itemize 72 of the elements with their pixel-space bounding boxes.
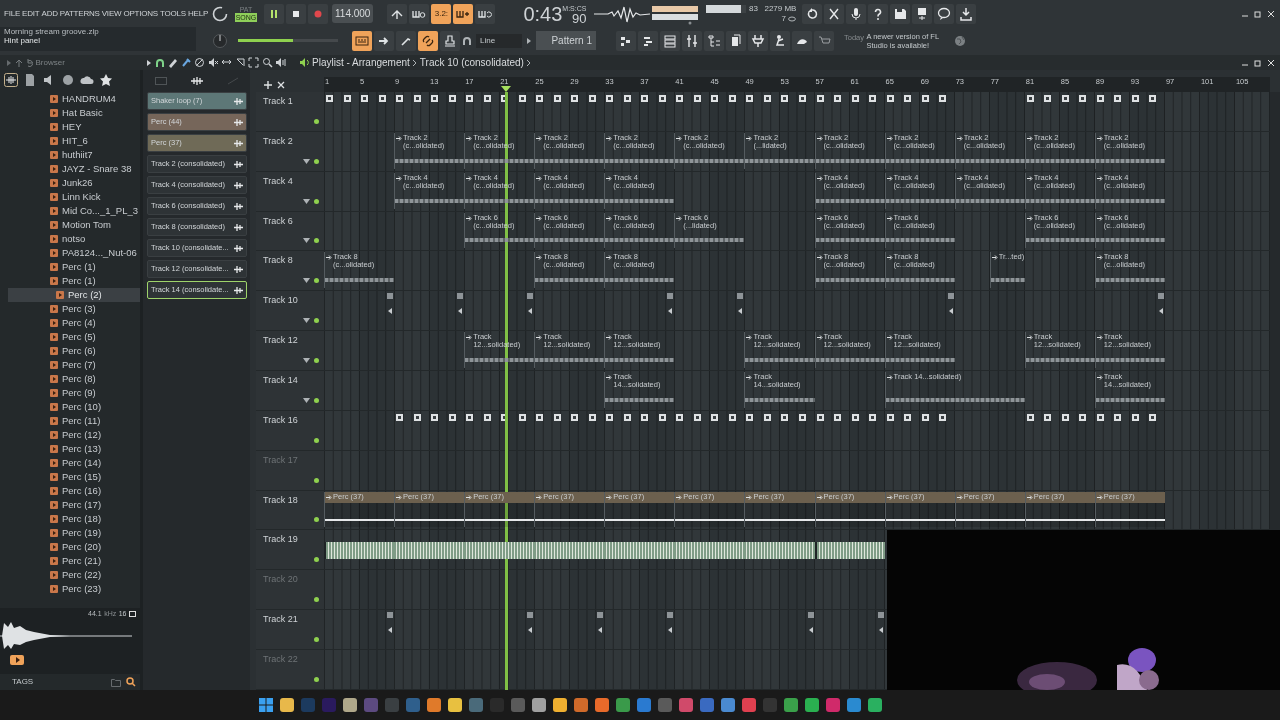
browser-item[interactable]: Motion Tom [0,218,140,232]
menu-item[interactable]: HELP [187,7,210,20]
menu-item[interactable]: VIEW [100,7,123,20]
browser-item[interactable]: HEY [0,120,140,134]
cpu-value: 83 [748,4,758,13]
browser-item[interactable]: Perc (16) [0,484,140,498]
browser-item[interactable]: Perc (2) [8,288,140,302]
track-name: Track 8 [263,254,293,268]
browser-item[interactable]: Perc (8) [0,372,140,386]
browser-item[interactable]: Perc (18) [0,512,140,526]
browser-item[interactable]: Perc (22) [0,568,140,582]
browser-item[interactable]: HANDRUM4 [0,92,140,106]
track-name: Track 19 [263,533,298,547]
browser-item[interactable]: Perc (13) [0,442,140,456]
browser-item[interactable]: PA8124..._Nut-06 [0,246,140,260]
browser-item[interactable]: JAYZ - Snare 38 [0,162,140,176]
browser-item[interactable]: Perc (9) [0,386,140,400]
browser-item[interactable]: Perc (7) [0,358,140,372]
browser-item[interactable]: Perc (20) [0,540,140,554]
browser-item[interactable]: Perc (5) [0,330,140,344]
browser-item[interactable]: Perc (19) [0,526,140,540]
menu-item[interactable]: OPTIONS [122,7,159,20]
track-name: Track 1 [263,95,293,108]
browser-item[interactable]: Perc (1) [0,260,140,274]
menu-item[interactable]: EDIT [21,7,41,20]
pattern-selector[interactable]: Pattern 1 [536,31,596,50]
menu-item[interactable]: FILE [3,7,22,20]
browser-item[interactable]: Perc (17) [0,498,140,512]
track-name: Track 21 [263,613,298,627]
browser-item[interactable]: Perc (10) [0,400,140,414]
hint-title: Morning stream groove.zip [4,28,100,36]
tags-label: TAGS [12,676,34,688]
menu-item[interactable]: PATTERNS [58,7,101,20]
menu-item[interactable]: TOOLS [159,7,187,20]
menu-item[interactable]: ADD [40,7,59,20]
browser-item[interactable]: Perc (21) [0,554,140,568]
browser-item[interactable]: Perc (12) [0,428,140,442]
countdown-button[interactable]: 3.2: [431,3,452,24]
memory-value: 2279 MB [764,4,797,13]
browser-item[interactable]: Perc (1) [0,274,140,288]
hint-text: Hint panel [4,36,42,46]
track-name: Track 2 [263,134,293,148]
track-name: Track 12 [263,334,298,348]
track-name: Track 16 [263,413,298,427]
browser-item[interactable]: Perc (4) [0,316,140,330]
centiseconds-display: 90 [572,11,587,25]
track-name: Track 14 [263,374,298,387]
voices-value: 7 [781,14,786,23]
tempo-display[interactable]: 114.000 [332,4,374,23]
track-name: Track 18 [263,493,298,507]
time-display: 0:43 [523,2,563,25]
browser-item[interactable]: huthiit7 [0,148,140,162]
browser-item[interactable]: Perc (14) [0,456,140,470]
snap-dropdown[interactable]: Line [476,33,522,48]
browser-item[interactable]: Perc (23) [0,582,140,596]
browser-item[interactable]: HIT_6 [0,134,140,148]
browser-item[interactable]: Linn Kick [0,190,140,204]
browser-item[interactable]: notso [0,232,140,246]
track-name: Track 10 [263,294,298,308]
track-name: Track 6 [263,214,293,228]
playlist-title: Playlist - Arrangement [312,56,410,70]
track-name: Track 17 [263,453,298,467]
breadcrumb-item[interactable]: Track 10 (consolidated) [419,55,524,70]
track-name: Track 4 [263,174,293,188]
browser-item[interactable]: Perc (15) [0,470,140,484]
browser-title: Browser [35,56,65,69]
browser-item[interactable]: Mid Co..._1_PL_3 [0,204,140,218]
browser-item[interactable]: Junk26 [0,176,140,190]
browser-item[interactable]: Perc (3) [0,302,140,316]
browser-item[interactable]: Perc (11) [0,414,140,428]
browser-item[interactable]: Hat Basic [0,106,140,120]
browser-item[interactable]: Perc (6) [0,344,140,358]
